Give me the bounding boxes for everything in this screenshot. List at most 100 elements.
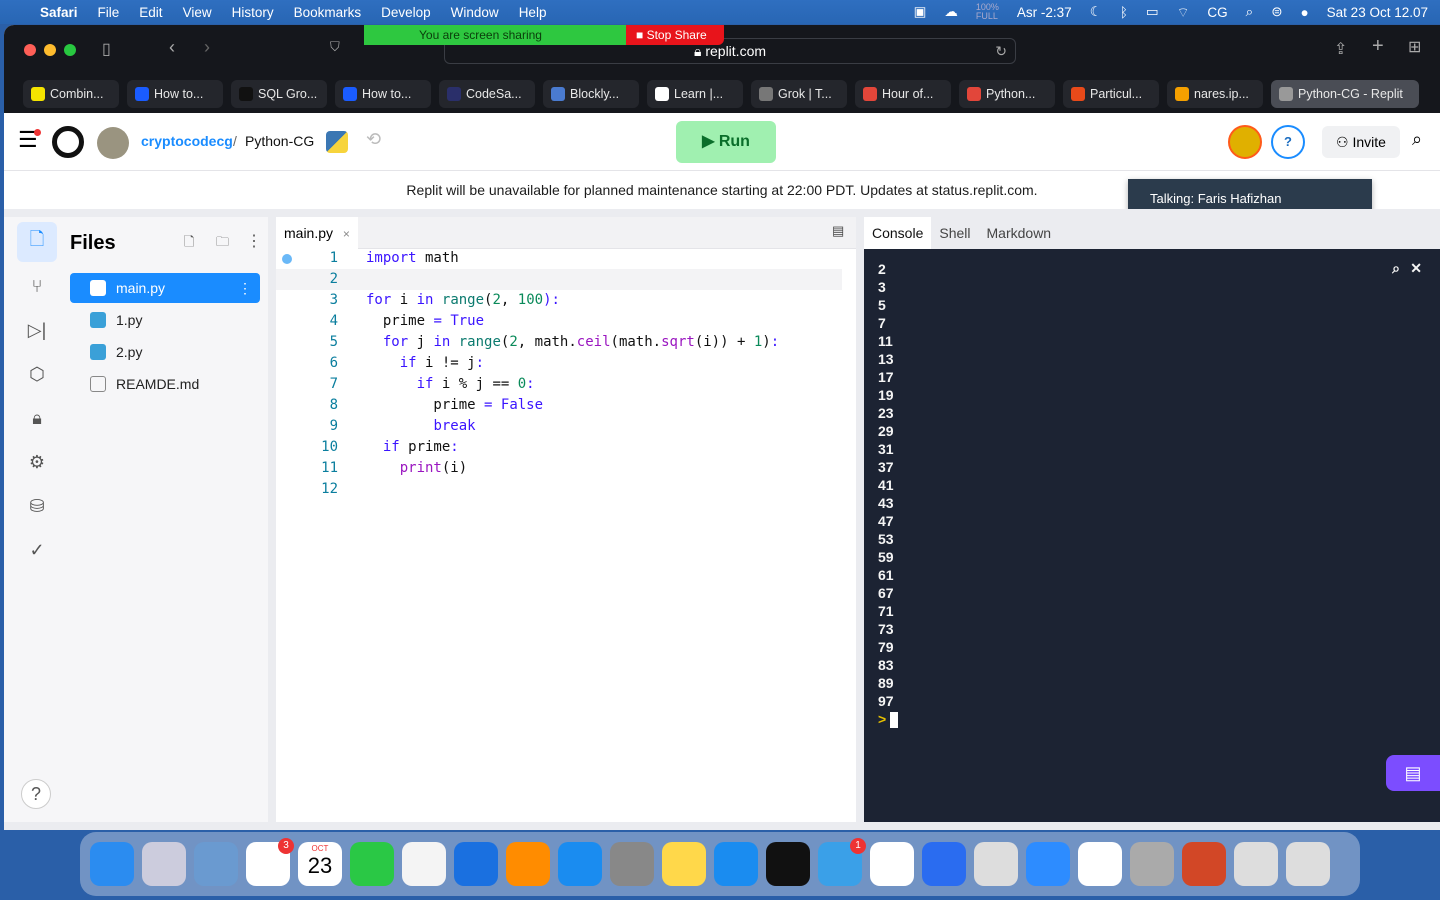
code-line[interactable]: 11 print(i) <box>276 458 842 479</box>
editor-tab-main-py[interactable]: main.py × <box>276 217 358 249</box>
new-file-icon[interactable]: 🗋︎ <box>184 233 194 255</box>
menu-edit[interactable]: Edit <box>139 5 162 20</box>
browser-tab[interactable]: Particul... <box>1063 80 1159 108</box>
back-icon[interactable]: ‹ <box>169 37 175 58</box>
app-store-icon[interactable] <box>558 842 602 886</box>
browser-tab[interactable]: Python-CG - Replit <box>1271 80 1419 108</box>
signal-icon[interactable] <box>922 842 966 886</box>
messages-icon[interactable] <box>350 842 394 886</box>
debugger-icon[interactable]: ▷| <box>17 310 57 350</box>
files-icon[interactable]: 🗋︎ <box>17 222 57 262</box>
repl-name[interactable]: Python-CG <box>245 133 314 149</box>
minimize-window-button[interactable] <box>44 44 56 56</box>
control-center-icon[interactable]: ⊜ <box>1271 4 1282 20</box>
menu-help[interactable]: Help <box>519 5 547 20</box>
terminal-icon[interactable] <box>766 842 810 886</box>
forward-icon[interactable]: › <box>204 37 210 58</box>
tab-shell[interactable]: Shell <box>931 217 978 249</box>
code-line[interactable]: 8 prime = False <box>276 395 842 416</box>
stop-share-button[interactable]: ■ Stop Share <box>626 25 724 45</box>
menu-view[interactable]: View <box>183 5 212 20</box>
run-button[interactable]: ▶ Run <box>676 121 776 163</box>
trash-icon[interactable] <box>1286 842 1330 886</box>
console-search-icon[interactable]: ⌕ <box>1392 259 1400 277</box>
keynote-icon[interactable] <box>454 842 498 886</box>
code-line[interactable]: 9 break <box>276 416 842 437</box>
menu-window[interactable]: Window <box>451 5 499 20</box>
check-icon[interactable]: ✓ <box>17 530 57 570</box>
replit-logo[interactable] <box>52 126 84 158</box>
siri-icon[interactable]: ● <box>1301 5 1309 20</box>
calendar-icon[interactable]: OCT 23 <box>298 842 342 886</box>
owner-link[interactable]: cryptocodecg <box>141 133 233 149</box>
browser-tab[interactable]: Learn |... <box>647 80 743 108</box>
cyberduck-icon[interactable]: 1 <box>818 838 866 886</box>
version-control-icon[interactable]: ⑂ <box>17 266 57 306</box>
clock[interactable]: Sat 23 Oct 12.07 <box>1327 5 1428 20</box>
spotlight-icon[interactable]: ⌕ <box>1246 4 1254 20</box>
launchpad-icon[interactable] <box>142 842 186 886</box>
console-clear-icon[interactable]: ✕ <box>1410 259 1422 277</box>
shield-icon[interactable]: ⛉ <box>330 39 340 55</box>
code-line[interactable]: 5 for j in range(2, math.ceil(math.sqrt(… <box>276 332 842 353</box>
code-line[interactable]: 1 import math <box>276 248 842 269</box>
search-icon[interactable]: ⌕ <box>1412 129 1422 150</box>
zoom-icon[interactable]: ▣ <box>914 4 927 20</box>
code-line[interactable]: 12 <box>276 479 842 500</box>
code-editor[interactable]: main.py × ▤ 1 import math 2 3 for i in range… <box>276 217 856 822</box>
new-tab-icon[interactable]: + <box>1372 35 1384 58</box>
powerpoint-icon[interactable] <box>1182 842 1226 886</box>
close-tab-icon[interactable]: × <box>343 227 350 241</box>
console-output[interactable]: 2 3 5 7 11 13 17 19 23 29 31 37 41 43 47 53 59 61 67 71 73 79… <box>864 249 1440 822</box>
file-item-1-py[interactable]: 1.py <box>70 305 260 335</box>
browser-tab[interactable]: Combin... <box>23 80 119 108</box>
browser-tab[interactable]: Python... <box>959 80 1055 108</box>
avatar[interactable] <box>97 127 129 159</box>
browser-tab[interactable]: nares.ip... <box>1167 80 1263 108</box>
database-icon[interactable]: ⛁ <box>17 486 57 526</box>
python-idle-icon[interactable] <box>1078 842 1122 886</box>
invite-button[interactable]: ⚇ Invite <box>1322 126 1400 158</box>
prayer-time[interactable]: Asr -2:37 <box>1017 5 1072 20</box>
wifi-icon[interactable]: ⌔ <box>1177 4 1190 21</box>
scanner-icon[interactable] <box>974 842 1018 886</box>
file-item-2-py[interactable]: 2.py <box>70 337 260 367</box>
close-window-button[interactable] <box>24 44 36 56</box>
browser-tab[interactable]: SQL Gro... <box>231 80 327 108</box>
code-line[interactable]: 10 if prime: <box>276 437 842 458</box>
zoom-window-button[interactable] <box>64 44 76 56</box>
menu-file[interactable]: File <box>98 5 120 20</box>
bluetooth-icon[interactable]: ᛒ <box>1120 5 1128 20</box>
more-options-icon[interactable]: ⋮ <box>246 231 262 251</box>
system-preferences-icon[interactable] <box>610 842 654 886</box>
browser-tab[interactable]: How to... <box>335 80 431 108</box>
python-icon[interactable] <box>326 131 348 153</box>
tab-overview-icon[interactable]: ⊞ <box>1408 37 1421 57</box>
menu-app[interactable]: Safari <box>40 5 78 20</box>
new-folder-icon[interactable]: 🗀︎ <box>216 233 229 255</box>
notes-icon[interactable] <box>662 842 706 886</box>
reminders-icon[interactable]: 3 <box>246 838 294 886</box>
history-icon[interactable]: ⟲ <box>366 129 381 150</box>
packages-icon[interactable]: ⬡ <box>17 354 57 394</box>
help-avatar[interactable]: ? <box>1271 125 1305 159</box>
code-line[interactable]: 7 if i % j == 0: <box>276 374 842 395</box>
browser-tab[interactable]: Grok | T... <box>751 80 847 108</box>
finder-icon[interactable] <box>90 842 134 886</box>
file-item-reamde-md[interactable]: REAMDE.md <box>70 369 260 399</box>
share-icon[interactable]: ⇪ <box>1334 39 1347 59</box>
browser-tab[interactable]: Blockly... <box>543 80 639 108</box>
file-menu-icon[interactable]: ⋮ <box>238 280 252 297</box>
format-icon[interactable]: ▤ <box>832 223 844 239</box>
reload-icon[interactable]: ↻ <box>995 39 1007 63</box>
code-line[interactable]: 2 <box>276 269 842 290</box>
moon-icon[interactable]: ☾ <box>1090 4 1102 20</box>
secrets-lock-icon[interactable]: 🔒︎ <box>17 398 57 438</box>
menu-develop[interactable]: Develop <box>381 5 431 20</box>
sidebar-icon[interactable]: ▯ <box>102 39 111 59</box>
rocket-icon[interactable] <box>1130 842 1174 886</box>
user-menu[interactable]: CG <box>1207 5 1227 20</box>
browser-tab[interactable]: How to... <box>127 80 223 108</box>
file-item-main-py[interactable]: main.py ⋮ <box>70 273 260 303</box>
menu-history[interactable]: History <box>232 5 274 20</box>
